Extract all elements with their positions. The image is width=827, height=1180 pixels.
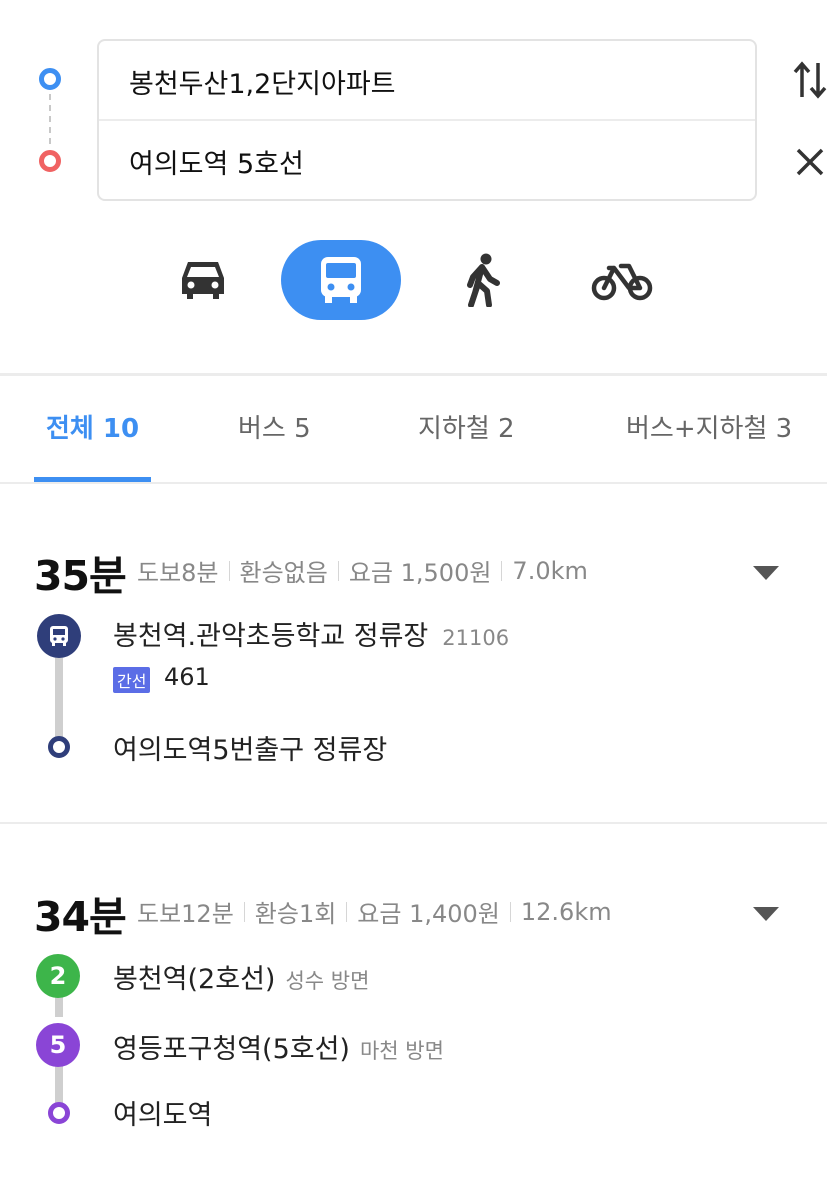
clear-button[interactable] — [788, 140, 827, 184]
route-2-leg-2-station: 영등포구청역(5호선) 마천 방면 — [113, 1027, 444, 1066]
car-icon — [182, 262, 224, 299]
mode-bus-button[interactable] — [281, 240, 401, 320]
route-1-summary: 도보8분 환승없음 요금 1,500원 7.0km — [137, 553, 588, 588]
route-1-end-dot-icon — [48, 736, 70, 758]
route-2-fare: 요금 1,400원 — [357, 900, 500, 928]
destination-dot-icon — [39, 150, 61, 172]
direction-text: 마천 방면 — [359, 1039, 444, 1063]
tab-bus[interactable]: 버스 5 — [238, 408, 311, 445]
route-2-end-dot-icon — [48, 1102, 70, 1124]
route-2-end-station: 여의도역 — [113, 1100, 213, 1131]
destination-input[interactable] — [99, 121, 699, 201]
tabs-divider — [0, 482, 827, 484]
separator — [337, 560, 339, 581]
direction-text: 성수 방면 — [285, 969, 370, 993]
route-1-end-stop: 여의도역5번출구 정류장 — [113, 735, 388, 766]
mode-bike-button[interactable] — [582, 240, 662, 320]
route-1-start-stop: 봉천역.관악초등학교 정류장 21106 — [113, 614, 509, 653]
subway-line-5-icon: 5 — [36, 1023, 80, 1067]
separator — [509, 901, 511, 922]
tab-all[interactable]: 전체 10 — [46, 408, 139, 445]
tab-bus-subway[interactable]: 버스+지하철 3 — [626, 408, 792, 445]
bus-number[interactable]: 461 — [164, 663, 210, 691]
route-2-time[interactable]: 34분 — [34, 883, 127, 943]
separator — [346, 901, 348, 922]
origin-row — [99, 41, 755, 121]
route-2-distance: 12.6km — [520, 897, 612, 926]
bus-icon — [321, 257, 361, 303]
route-connector-line — [49, 94, 51, 144]
separator — [501, 560, 503, 581]
separator — [243, 901, 245, 922]
route-2-leg-1-station: 봉천역(2호선) 성수 방면 — [113, 957, 369, 996]
origin-dot-icon — [39, 68, 61, 90]
modes-divider — [0, 373, 827, 376]
destination-row — [99, 121, 755, 201]
swap-icon — [793, 61, 827, 99]
bus-type-badge: 간선 — [113, 667, 151, 693]
origin-input[interactable] — [99, 41, 699, 121]
station-name-text: 영등포구청역(5호선) — [113, 1034, 350, 1065]
stop-id-text: 21106 — [442, 626, 510, 650]
route-2-expand-icon[interactable] — [753, 907, 779, 921]
tab-subway[interactable]: 지하철 2 — [418, 408, 515, 445]
separator — [228, 560, 230, 581]
mode-car-button[interactable] — [162, 240, 244, 320]
swap-button[interactable] — [788, 58, 827, 102]
route-1-time[interactable]: 35분 — [34, 542, 127, 602]
route-search-box — [97, 39, 757, 201]
route-1-distance: 7.0km — [512, 556, 588, 585]
bike-icon — [591, 263, 653, 301]
mode-walk-button[interactable] — [446, 240, 520, 320]
route-1-expand-icon[interactable] — [753, 566, 779, 580]
route-divider — [0, 822, 827, 824]
walk-icon — [467, 253, 500, 307]
station-name-text: 봉천역(2호선) — [113, 964, 276, 995]
route-2-walk: 도보12분 — [137, 900, 234, 928]
bus-stop-icon — [37, 614, 81, 658]
route-2-summary: 도보12분 환승1회 요금 1,400원 12.6km — [137, 894, 612, 929]
subway-line-2-icon: 2 — [36, 954, 80, 998]
route-1-path-line — [55, 650, 63, 742]
route-1-walk: 도보8분 — [137, 559, 219, 587]
stop-name-text: 봉천역.관악초등학교 정류장 — [113, 621, 429, 652]
route-1-transfer: 환승없음 — [239, 559, 328, 587]
route-2-transfer: 환승1회 — [254, 900, 337, 928]
route-2-path-line-2 — [55, 1062, 63, 1107]
route-1-fare: 요금 1,500원 — [348, 559, 492, 587]
close-icon — [796, 148, 824, 176]
